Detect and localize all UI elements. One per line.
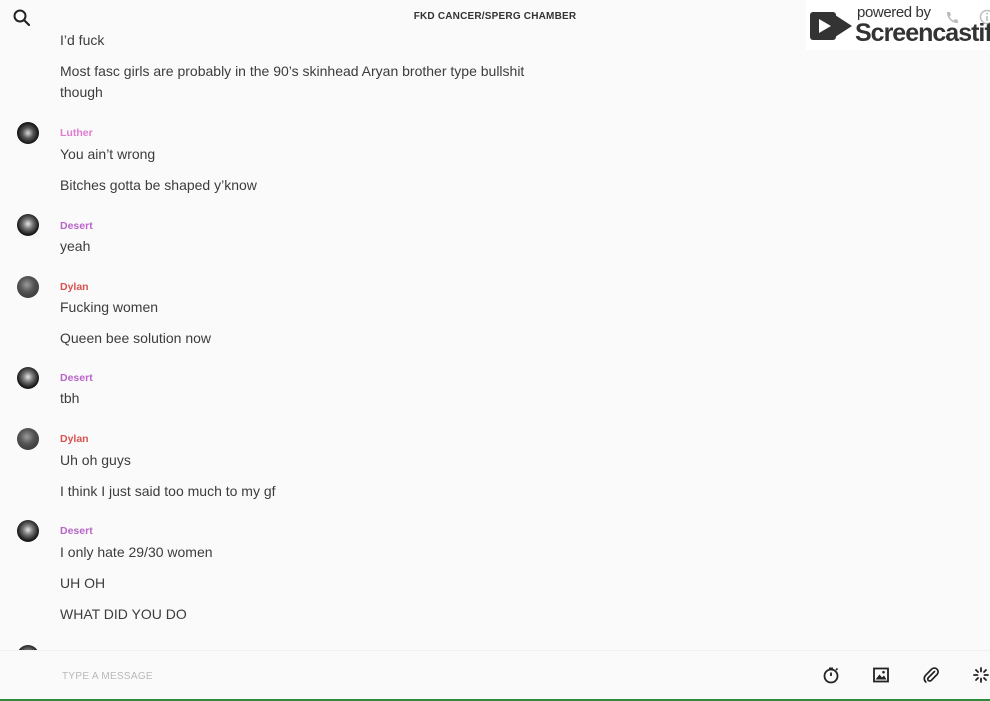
- message-text: WHAT DID YOU DO: [60, 604, 187, 625]
- message-input[interactable]: [60, 665, 664, 687]
- phone-icon[interactable]: [944, 10, 960, 26]
- message-text: Uh oh guys: [60, 450, 131, 471]
- brand-text: Screencastify: [855, 19, 990, 48]
- sender-name[interactable]: Desert: [60, 372, 93, 384]
- sender-name[interactable]: Dylan: [60, 433, 89, 445]
- message-text: tbh: [60, 388, 79, 409]
- info-icon[interactable]: [979, 9, 990, 25]
- message-text: Fucking women: [60, 297, 158, 318]
- screencastify-logo-icon: [808, 7, 854, 45]
- screencastify-watermark: powered by Screencastify: [806, 0, 990, 50]
- timer-icon[interactable]: [822, 666, 840, 684]
- message-text: UH OH: [60, 573, 105, 594]
- avatar[interactable]: [17, 214, 39, 236]
- avatar[interactable]: [17, 122, 39, 144]
- image-icon[interactable]: [872, 666, 890, 684]
- sender-name[interactable]: Desert: [60, 525, 93, 537]
- sender-name[interactable]: Luther: [60, 127, 93, 139]
- avatar[interactable]: [17, 276, 39, 298]
- avatar[interactable]: [17, 367, 39, 389]
- sender-name[interactable]: Dylan: [60, 281, 89, 293]
- sparkle-icon[interactable]: [972, 666, 990, 684]
- message-composer: [0, 650, 990, 701]
- message-list[interactable]: I’d fuck Most fasc girls are probably in…: [0, 0, 990, 650]
- avatar[interactable]: [17, 428, 39, 450]
- message-text: I only hate 29/30 women: [60, 542, 213, 563]
- message-text: Queen bee solution now: [60, 328, 211, 349]
- message-text: Most fasc girls are probably in the 90’s…: [60, 61, 560, 103]
- sender-name[interactable]: Desert: [60, 220, 93, 232]
- message-text: I think I just said too much to my gf: [60, 481, 276, 502]
- attachment-icon[interactable]: [922, 666, 940, 684]
- message-text: yeah: [60, 236, 90, 257]
- message-text: You ain’t wrong: [60, 144, 155, 165]
- avatar[interactable]: [17, 520, 39, 542]
- message-text: Bitches gotta be shaped y’know: [60, 175, 257, 196]
